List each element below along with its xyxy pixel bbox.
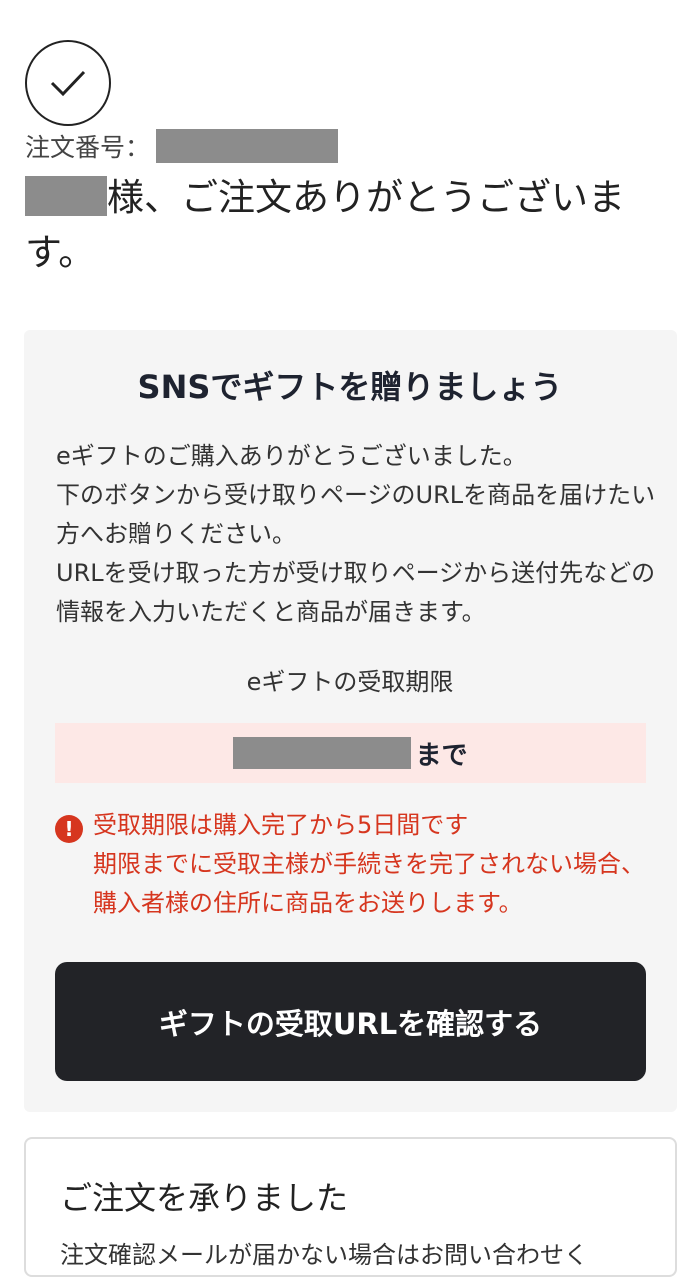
warning-line: 期限までに受取主様が手続きを完了されない場合、購入者様の住所に商品をお送りします…: [93, 850, 645, 917]
order-number-row: 注文番号：: [25, 128, 339, 164]
gift-description-line: eギフトのご購入ありがとうございました。: [56, 442, 527, 470]
order-card-title: ご注文を承りました: [60, 1179, 349, 1217]
customer-name-redacted: [25, 176, 107, 216]
checkmark-icon: [50, 70, 86, 97]
gift-description-line: URLを受け取った方が受け取りページから送付先などの情報を入力いただくと商品が届…: [56, 559, 656, 626]
check-circle-icon: [25, 40, 111, 126]
order-number-label: 注文番号：: [25, 133, 151, 162]
confirm-gift-url-button[interactable]: ギフトの受取URLを確認する: [55, 962, 646, 1081]
deadline-label: eギフトの受取期限: [246, 668, 454, 696]
warning-line: 受取期限は購入完了から5日間です: [93, 811, 469, 839]
deadline-box: まで: [55, 723, 646, 783]
deadline-date-redacted: [233, 737, 412, 769]
deadline-suffix: まで: [415, 740, 468, 771]
order-number-redacted: [156, 129, 339, 163]
thanks-text: 様、ご注文ありがとうございます。: [25, 176, 625, 274]
gift-description-line: 下のボタンから受け取りページのURLを商品を届けたい方へお贈りください。: [56, 481, 656, 548]
gift-title: SNSでギフトを贈りましょう: [137, 368, 563, 406]
thanks-heading: 様、ご注文ありがとうございます。: [25, 170, 665, 280]
order-received-card: ご注文を承りました 注文確認メールが届かない場合はお問い合わせく: [24, 1137, 677, 1277]
warning-text: 受取期限は購入完了から5日間です 期限までに受取主様が手続きを完了されない場合、…: [93, 806, 653, 923]
exclamation-circle-icon: !: [55, 815, 83, 843]
order-card-subtitle: 注文確認メールが届かない場合はお問い合わせく: [60, 1241, 588, 1269]
gift-description: eギフトのご購入ありがとうございました。 下のボタンから受け取りページのURLを…: [56, 437, 656, 632]
